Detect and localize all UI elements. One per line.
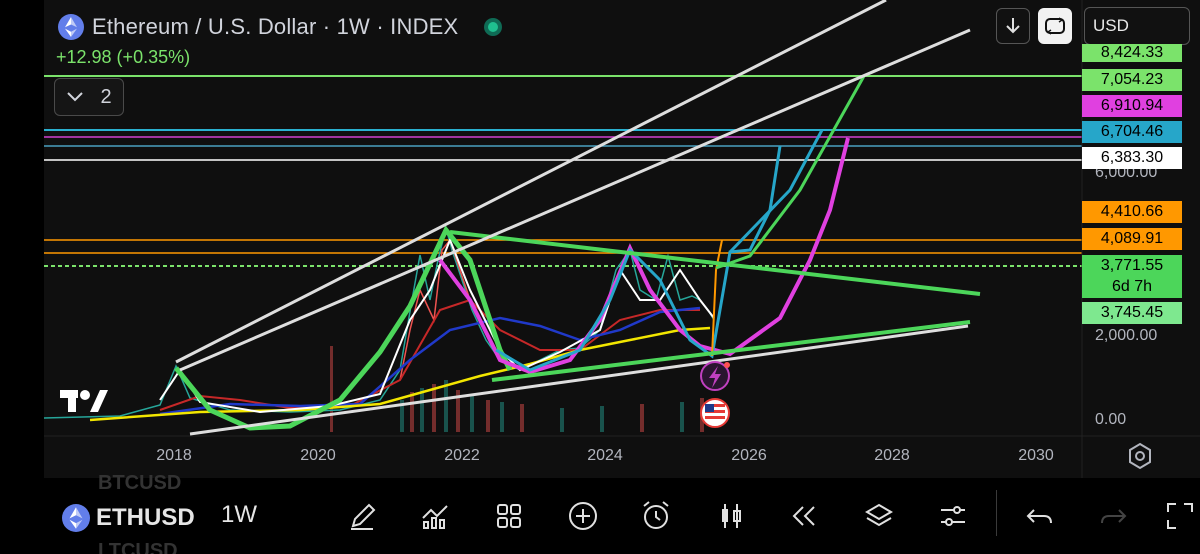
fullscreen-button[interactable] [1160,497,1200,535]
year-label: 2018 [156,447,192,464]
arrow-down-icon [1006,18,1020,34]
plus-circle-icon [569,502,597,530]
layers-icon [865,503,893,527]
price-tag-6383: 6,383.30 [1082,147,1182,169]
year-label: 2022 [444,447,480,464]
redo-button[interactable] [1094,497,1132,535]
chart-title-row: Ethereum / U.S. Dollar · 1W · INDEX [58,12,503,42]
add-button[interactable] [564,497,602,535]
ethereum-logo-icon [62,504,90,532]
chart-type-button[interactable] [712,497,750,535]
sync-button[interactable] [1038,8,1072,44]
rewind-icon [792,506,815,526]
alarm-clock-icon [643,501,669,529]
price-tag-countdown: 6d 7h [1082,276,1182,298]
year-label: 2024 [587,447,623,464]
price-tag-7054: 7,054.23 [1082,69,1182,91]
white-channel-upper [175,0,887,364]
currency-label: USD [1093,16,1129,35]
year-label: 2020 [300,447,336,464]
alerts-button[interactable] [637,497,675,535]
chevron-down-icon [67,92,84,102]
cyan-wave-2 [728,129,824,254]
axis-label-0: 0.00 [1095,411,1127,428]
year-label: 2026 [731,447,767,464]
fullscreen-icon [1167,503,1193,529]
price-tag-4089: 4,089.91 [1082,228,1182,250]
price-candles [43,225,715,419]
price-tag-6910: 6,910.94 [1082,95,1182,117]
white-channel-mid [179,28,971,372]
candlestick-icon [722,504,741,528]
chart-title: Ethereum / U.S. Dollar · 1W · INDEX [92,14,459,39]
interval-selector[interactable]: 1W [221,501,257,529]
price-tag-3745: 3,745.45 [1082,302,1182,324]
price-tag-3771: 3,771.55 [1082,255,1182,277]
download-button[interactable] [996,8,1030,44]
layouts-button[interactable] [490,497,528,535]
axis-label-2000: 2,000.00 [1095,327,1158,344]
indicators-toggle-button[interactable]: 2 [54,78,124,116]
toolbar-separator [996,490,997,536]
pencil-icon [351,503,376,530]
year-label: 2028 [874,447,910,464]
ma-blue [159,306,701,416]
price-change: +12.98 (+0.35%) [56,47,191,67]
grid-icon [497,504,521,528]
redo-icon [1101,509,1127,524]
object-tree-button[interactable] [860,497,898,535]
sliders-icon [941,506,965,526]
undo-icon [1026,509,1052,524]
ethereum-logo-icon [58,14,84,40]
indicators-count: 2 [100,85,112,108]
settings-button[interactable] [934,497,972,535]
tradingview-logo-icon [60,390,108,412]
green-projection [715,75,866,270]
indicators-button[interactable] [416,497,454,535]
chart-indicator-icon [422,505,448,529]
ghost-symbol-below: LTCUSD [98,540,178,554]
orange-line [711,239,723,357]
symbol-selector[interactable]: ETHUSD [62,504,195,532]
us-flag-event-icon[interactable] [700,398,730,428]
drawing-tools-button[interactable] [344,497,382,535]
ghost-symbol-above: BTCUSD [98,472,182,494]
chart-settings-icon[interactable] [1126,442,1154,470]
price-tag-4410: 4,410.66 [1082,201,1182,223]
year-label: 2030 [1018,447,1054,464]
chart-canvas[interactable] [0,0,1200,478]
sync-icon [1045,17,1065,35]
price-tag-6704: 6,704.46 [1082,121,1182,143]
currency-select[interactable]: USD [1084,7,1190,45]
symbol-label: ETHUSD [96,504,195,531]
market-status-icon[interactable] [484,18,503,36]
price-tag-8424: 8,424.33 [1082,44,1182,62]
lightning-event-icon[interactable] [700,361,730,391]
ma-red [159,298,700,411]
cyan-wave [495,145,782,372]
undo-button[interactable] [1021,497,1059,535]
replay-button[interactable] [785,497,823,535]
